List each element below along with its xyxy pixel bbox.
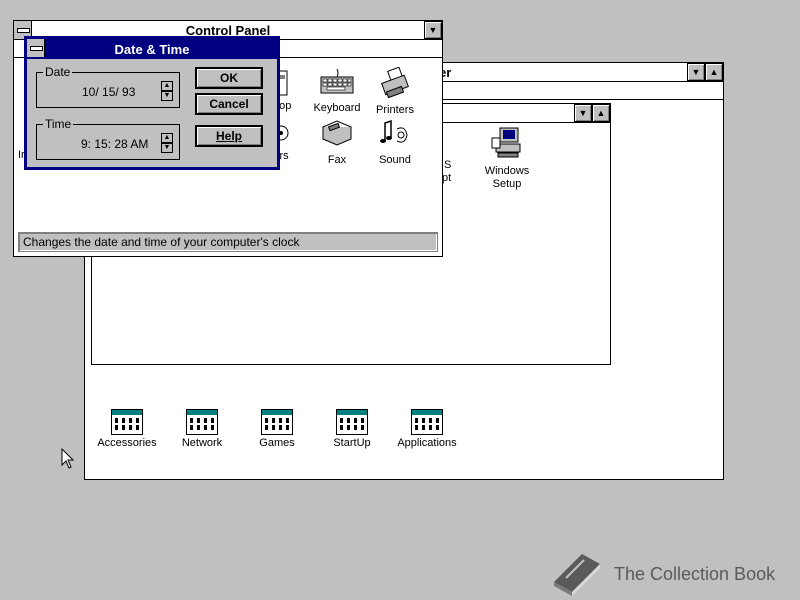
- group-minimize-button[interactable]: ▼: [574, 104, 592, 122]
- keyboard-icon: [320, 68, 354, 94]
- date-field[interactable]: 10/ 15/ 93: [82, 85, 135, 99]
- spin-down-icon[interactable]: ▼: [161, 91, 173, 101]
- control-panel-status-bar: Changes the date and time of your comput…: [18, 232, 438, 252]
- printers-icon-item[interactable]: Printers: [360, 66, 430, 117]
- date-legend: Date: [43, 65, 73, 79]
- program-group-icon: [186, 409, 218, 435]
- time-legend: Time: [43, 117, 74, 131]
- group-startup-label: StartUp: [333, 437, 371, 449]
- time-spinner[interactable]: ▲ ▼: [161, 133, 173, 155]
- cancel-button[interactable]: Cancel: [195, 93, 263, 115]
- printer-icon: [381, 66, 409, 99]
- help-button[interactable]: Help: [195, 125, 263, 147]
- date-spinner[interactable]: ▲ ▼: [161, 81, 173, 103]
- control-panel-minimize-button[interactable]: ▼: [424, 21, 442, 39]
- time-groupbox: Time 9: 15: 28 AM ▲ ▼: [36, 117, 180, 160]
- sound-icon-item[interactable]: Sound: [360, 119, 430, 167]
- watermark: The Collection Book: [548, 548, 798, 598]
- windows-setup-icon: [491, 127, 521, 158]
- spin-up-icon[interactable]: ▲: [161, 81, 173, 91]
- group-maximize-button[interactable]: ▲: [592, 104, 610, 122]
- spin-up-icon[interactable]: ▲: [161, 133, 173, 143]
- date-time-dialog: Date & Time Date 10/ 15/ 93 ▲ ▼ Time 9: …: [24, 36, 280, 170]
- date-time-dialog-title: Date & Time: [114, 42, 190, 57]
- group-games[interactable]: Games: [242, 409, 312, 450]
- group-applications-label: Applications: [397, 437, 457, 449]
- time-field[interactable]: 9: 15: 28 AM: [81, 137, 148, 151]
- date-time-dialog-titlebar[interactable]: Date & Time: [27, 39, 277, 59]
- group-network[interactable]: Network: [167, 409, 237, 450]
- program-group-icon: [411, 409, 443, 435]
- printers-label: Printers: [376, 104, 414, 116]
- ok-button[interactable]: OK: [195, 67, 263, 89]
- program-group-icon: [261, 409, 293, 435]
- program-group-icon: [111, 409, 143, 435]
- minimize-button[interactable]: ▼: [687, 63, 705, 81]
- partial-icon-label-2: pt: [442, 172, 452, 184]
- group-accessories[interactable]: Accessories: [92, 409, 162, 450]
- program-group-icon: [336, 409, 368, 435]
- partial-icon-label-1: S: [444, 159, 452, 171]
- windows-setup-icon-item[interactable]: Windows Setup: [472, 126, 542, 191]
- watermark-text: The Collection Book: [614, 564, 776, 584]
- windows-setup-label: Windows Setup: [484, 165, 530, 190]
- maximize-button[interactable]: ▲: [705, 63, 723, 81]
- group-games-label: Games: [259, 437, 295, 449]
- group-applications[interactable]: Applications: [392, 409, 462, 450]
- date-groupbox: Date 10/ 15/ 93 ▲ ▼: [36, 65, 180, 108]
- group-accessories-label: Accessories: [97, 437, 157, 449]
- sound-icon: [380, 119, 408, 143]
- spin-down-icon[interactable]: ▼: [161, 143, 173, 153]
- mouse-cursor-icon: [61, 448, 75, 469]
- group-network-label: Network: [181, 437, 223, 449]
- fax-icon: [321, 120, 353, 146]
- sound-label: Sound: [379, 154, 411, 166]
- group-startup[interactable]: StartUp: [317, 409, 387, 450]
- book-icon: [554, 554, 600, 596]
